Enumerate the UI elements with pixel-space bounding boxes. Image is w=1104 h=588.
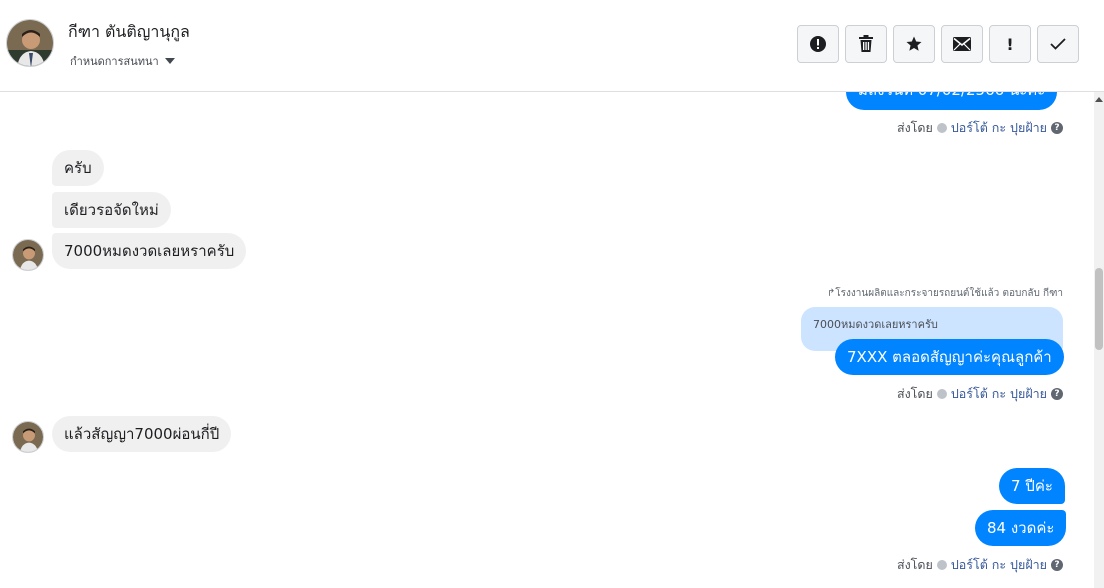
message-text: ครับ xyxy=(64,159,92,177)
message-text: 7000หมดงวดเลยหราครับ xyxy=(64,242,235,260)
thread-toolbar: ! xyxy=(797,25,1079,63)
help-icon[interactable]: ? xyxy=(1051,122,1063,134)
conversation-settings-dropdown[interactable]: กำหนดการสนทนา xyxy=(70,52,175,70)
sent-by-label: ส่งโดย xyxy=(896,120,933,135)
spam-icon xyxy=(810,36,826,52)
message-text: 7XXX ตลอดสัญญาค่ะคุณลูกค้า xyxy=(847,348,1052,366)
exclamation-icon: ! xyxy=(1006,34,1014,54)
trash-icon xyxy=(859,35,873,52)
scroll-up-icon[interactable] xyxy=(1095,97,1103,102)
conversation-settings-label: กำหนดการสนทนา xyxy=(70,55,159,68)
mark-spam-button[interactable] xyxy=(797,25,839,63)
message-outgoing[interactable]: 84 งวดค่ะ xyxy=(975,510,1067,546)
message-outgoing[interactable]: 7XXX ตลอดสัญญาค่ะคุณลูกค้า xyxy=(835,339,1064,375)
help-icon[interactable]: ? xyxy=(1051,388,1063,400)
mark-done-button[interactable] xyxy=(1037,25,1079,63)
message-outgoing[interactable]: 7 ปีค่ะ xyxy=(999,468,1065,504)
envelope-icon xyxy=(953,37,971,51)
message-incoming[interactable]: แล้วสัญญา7000ผ่อนกี่ปี xyxy=(52,416,232,452)
delete-button[interactable] xyxy=(845,25,887,63)
mark-unread-button[interactable] xyxy=(941,25,983,63)
reply-note-text: โรงงานผลิตและกระจายรถยนต์ใช้แล้ว ตอบกลับ… xyxy=(835,288,1063,299)
message-incoming[interactable]: 7000หมดงวดเลยหราครับ xyxy=(52,233,247,269)
contact-name: กีฑา ตันติญานุกูล xyxy=(68,22,190,41)
chevron-down-icon xyxy=(164,58,175,64)
message-text: 7 ปีค่ะ xyxy=(1011,477,1053,495)
page-icon xyxy=(936,389,947,399)
thread-header: กีฑา ตันติญานุกูล กำหนดการสนทนา ! xyxy=(0,0,1104,92)
sender-avatar[interactable] xyxy=(12,239,44,271)
page-icon xyxy=(936,123,947,133)
sent-by-agent[interactable]: ปอร์โต้ กะ ปุยฝ้าย xyxy=(951,118,1047,138)
sent-by-agent[interactable]: ปอร์โต้ กะ ปุยฝ้าย xyxy=(951,555,1047,575)
message-incoming[interactable]: เดียวรอจัดใหม่ xyxy=(52,192,171,228)
sent-by-info: ส่งโดย ปอร์โต้ กะ ปุยฝ้าย ? xyxy=(897,384,1063,404)
message-text: เดียวรอจัดใหม่ xyxy=(64,201,159,219)
star-icon xyxy=(906,36,922,51)
message-text: 84 งวดค่ะ xyxy=(987,519,1055,537)
sent-by-info: ส่งโดย ปอร์โต้ กะ ปุยฝ้าย ? xyxy=(897,555,1063,575)
sent-by-label: ส่งโดย xyxy=(896,386,933,401)
help-icon[interactable]: ? xyxy=(1051,559,1063,571)
message-text: แล้วสัญญา7000ผ่อนกี่ปี xyxy=(64,425,220,443)
check-icon xyxy=(1050,38,1066,50)
page-icon xyxy=(936,560,947,570)
reply-note: ↱โรงงานผลิตและกระจายรถยนต์ใช้แล้ว ตอบกลั… xyxy=(827,286,1063,301)
sent-by-info: ส่งโดย ปอร์โต้ กะ ปุยฝ้าย ? xyxy=(897,118,1063,138)
follow-up-button[interactable]: ! xyxy=(989,25,1031,63)
star-button[interactable] xyxy=(893,25,935,63)
contact-avatar[interactable] xyxy=(6,19,54,67)
sent-by-agent[interactable]: ปอร์โต้ กะ ปุยฝ้าย xyxy=(951,384,1047,404)
message-incoming[interactable]: ครับ xyxy=(52,150,104,186)
scrollbar-thumb[interactable] xyxy=(1095,268,1103,350)
quoted-text: 7000หมดงวดเลยหราครับ xyxy=(813,318,938,331)
sender-avatar[interactable] xyxy=(12,421,44,453)
sent-by-label: ส่งโดย xyxy=(896,557,933,572)
